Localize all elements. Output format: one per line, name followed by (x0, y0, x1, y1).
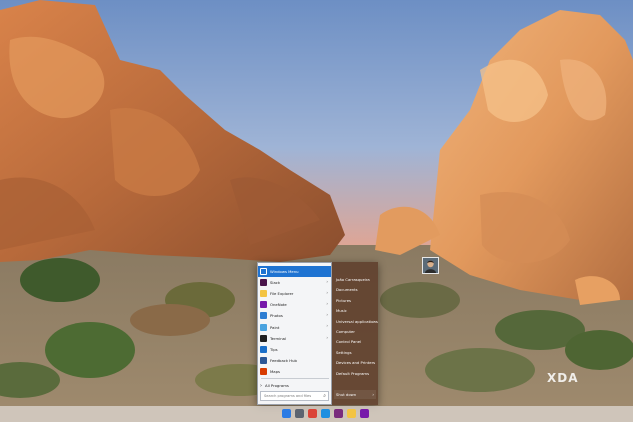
pinned-program-label: Maps (270, 368, 280, 374)
all-programs-label: All Programs (265, 383, 289, 388)
pinned-program-item[interactable]: Photos › (258, 310, 331, 321)
places-item[interactable]: Control Panel (334, 337, 377, 347)
search-placeholder: Search programs and files (264, 394, 312, 398)
programs-divider (261, 378, 329, 379)
xda-watermark: XDA (547, 371, 579, 385)
places-item[interactable]: Devices and Printers (334, 358, 377, 368)
chevron-right-icon[interactable]: › (372, 390, 374, 399)
places-item-label: Computer (336, 328, 355, 334)
start-menu-places-pane: João Carrasqueira Documents Pictures Music U… (332, 257, 439, 405)
jump-list-arrow-icon[interactable]: › (326, 279, 328, 284)
user-avatar[interactable] (422, 257, 439, 274)
onenote-icon (260, 301, 267, 309)
jump-list-arrow-icon[interactable]: › (326, 301, 328, 306)
shut-down-button[interactable]: Shut down › (334, 390, 376, 399)
pinned-program-label: Tips (270, 346, 278, 352)
paint-icon (260, 323, 267, 331)
pinned-program-item[interactable]: File Explorer › (258, 288, 331, 299)
places-item-label: Control Panel (336, 339, 362, 345)
pinned-programs-list: Windows Menu Slack › File Explorer › OneNote ›… (258, 266, 331, 377)
pinned-program-item[interactable]: Feedback Hub (258, 355, 331, 366)
start-menu: Windows Menu Slack › File Explorer › OneNote ›… (257, 257, 439, 405)
pinned-program-label: Windows Menu (270, 269, 299, 275)
places-item-label: Settings (336, 349, 352, 355)
pinned-program-item[interactable]: Slack › (258, 277, 331, 288)
places-item[interactable]: Default Programs (334, 369, 377, 379)
jump-list-arrow-icon[interactable]: › (326, 312, 328, 317)
onenote-icon[interactable] (360, 409, 369, 418)
places-item-label: Universal applications (336, 318, 378, 324)
places-item-label: Documents (336, 287, 358, 293)
taskbar-icons (282, 409, 369, 419)
chevron-right-icon: › (373, 318, 375, 324)
user-portrait-icon (423, 258, 438, 273)
tips-icon (260, 345, 267, 353)
all-programs-button[interactable]: › All Programs (260, 381, 330, 390)
edge-icon[interactable] (321, 409, 330, 418)
places-item-label: João Carrasqueira (336, 277, 370, 282)
shut-down-label: Shut down (336, 392, 357, 397)
windows-menu-icon (260, 268, 267, 276)
task-view-icon[interactable] (295, 409, 304, 418)
pinned-program-label: Paint (270, 324, 280, 330)
slack-icon[interactable] (334, 409, 343, 418)
places-item[interactable]: Universal applications › (334, 317, 378, 327)
pinned-program-label: Photos (270, 313, 283, 319)
taskbar (0, 406, 633, 422)
pinned-program-item[interactable]: OneNote › (258, 299, 331, 310)
pinned-program-label: Feedback Hub (270, 357, 297, 363)
start-button-icon[interactable] (282, 409, 291, 418)
file-explorer-icon[interactable] (347, 409, 356, 418)
pinned-program-label: OneNote (270, 302, 287, 308)
maps-icon (260, 367, 267, 375)
jump-list-arrow-icon[interactable]: › (326, 290, 328, 295)
pinned-program-item[interactable]: Maps (258, 366, 331, 377)
slack-icon (260, 279, 267, 287)
terminal-icon (260, 334, 267, 342)
pinned-program-label: Terminal (270, 335, 287, 341)
search-programs-input[interactable]: Search programs and files ⌕ (260, 391, 329, 401)
jump-list-arrow-icon[interactable]: › (326, 323, 328, 328)
photos-icon (260, 312, 267, 320)
chevron-right-icon: › (260, 382, 262, 389)
pinned-program-label: File Explorer (270, 291, 294, 297)
places-item[interactable]: Documents (334, 285, 377, 295)
start-menu-programs-pane: Windows Menu Slack › File Explorer › OneNote ›… (257, 262, 332, 405)
places-item[interactable]: João Carrasqueira (334, 275, 377, 285)
places-item-label: Pictures (336, 297, 352, 303)
places-item[interactable]: Pictures (334, 296, 377, 306)
folder-icon (260, 290, 267, 298)
places-item[interactable]: Settings (334, 348, 377, 358)
places-list: João Carrasqueira Documents Pictures Music U… (334, 275, 378, 379)
pinned-program-item[interactable]: Paint › (258, 321, 331, 332)
pinned-program-label: Slack (270, 280, 281, 286)
search-icon: ⌕ (323, 393, 326, 399)
chrome-icon[interactable] (308, 409, 317, 418)
places-item[interactable]: Computer (334, 327, 377, 337)
places-item[interactable]: Music (334, 306, 377, 316)
places-item-label: Default Programs (336, 370, 370, 376)
places-item-label: Devices and Printers (336, 360, 376, 366)
pinned-program-item[interactable]: Windows Menu (258, 266, 331, 278)
places-item-label: Music (336, 308, 347, 314)
feedback-hub-icon (260, 356, 267, 364)
pinned-program-item[interactable]: Tips (258, 344, 331, 355)
jump-list-arrow-icon[interactable]: › (326, 335, 328, 340)
pinned-program-item[interactable]: Terminal › (258, 333, 331, 344)
